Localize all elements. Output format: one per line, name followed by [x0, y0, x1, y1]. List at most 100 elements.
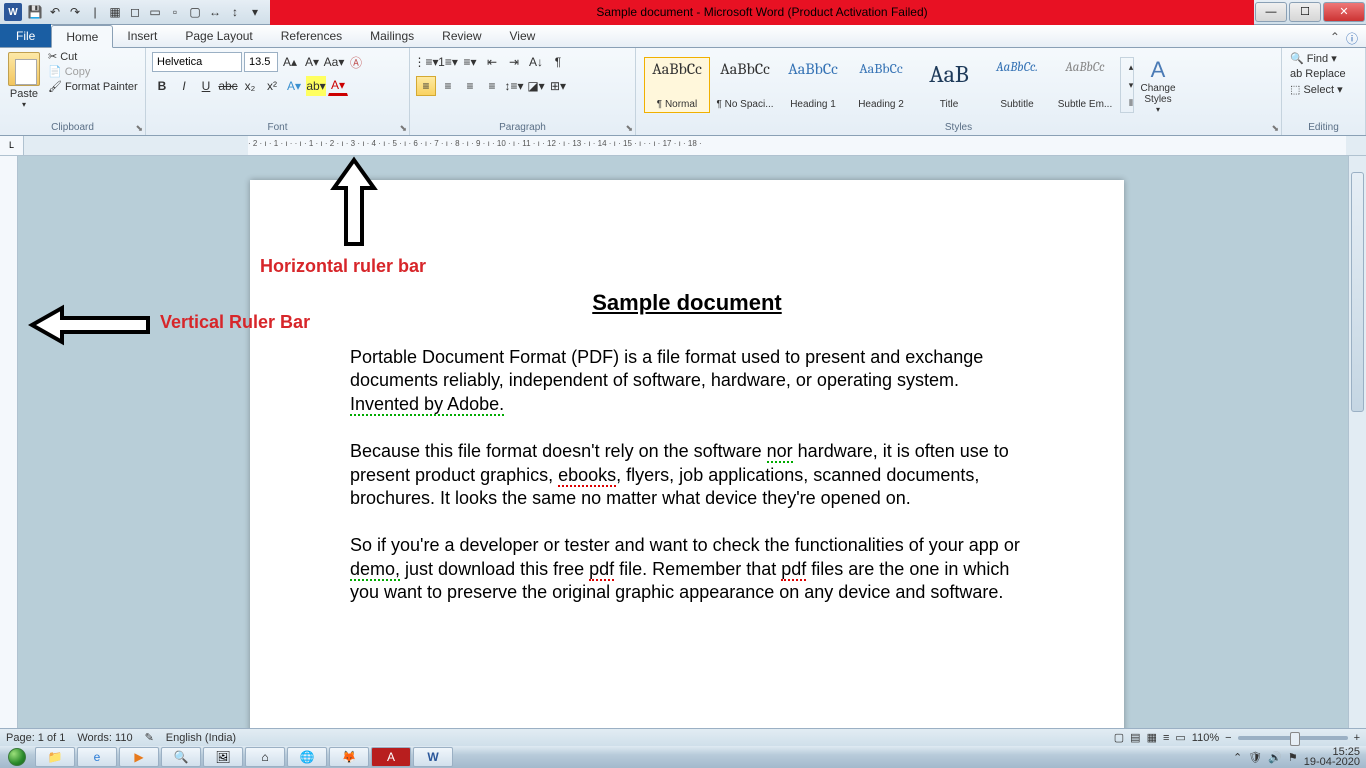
tab-selector[interactable]: L	[0, 136, 24, 155]
justify-button[interactable]: ≡	[482, 76, 502, 96]
qat-btn[interactable]: ▢	[186, 3, 204, 21]
grow-font-button[interactable]: A▴	[280, 52, 300, 72]
underline-button[interactable]: U	[196, 76, 216, 96]
paragraph-3[interactable]: So if you're a developer or tester and w…	[350, 534, 1024, 604]
format-painter-button[interactable]: 🖌Format Painter	[48, 80, 138, 93]
tab-home[interactable]: Home	[51, 25, 113, 48]
dialog-launcher-icon[interactable]: ⬊	[625, 123, 633, 134]
cut-button[interactable]: ✂Cut	[48, 50, 138, 63]
tray-date[interactable]: 19-04-2020	[1304, 757, 1360, 767]
taskbar-adobe[interactable]: A	[371, 747, 411, 767]
tray-icon[interactable]: 🔊	[1268, 751, 1282, 764]
zoom-in-button[interactable]: +	[1354, 732, 1360, 744]
find-button[interactable]: 🔍 Find ▾	[1290, 52, 1357, 65]
shrink-font-button[interactable]: A▾	[302, 52, 322, 72]
tab-references[interactable]: References	[267, 24, 356, 47]
save-icon[interactable]: 💾	[26, 3, 44, 21]
style-title[interactable]: AaBTitle	[916, 57, 982, 113]
select-button[interactable]: ⬚ Select ▾	[1290, 83, 1357, 96]
replace-button[interactable]: ab Replace	[1290, 68, 1357, 80]
paste-button[interactable]: Paste ▾	[4, 50, 44, 120]
zoom-slider[interactable]	[1238, 736, 1348, 740]
scrollbar-thumb[interactable]	[1351, 172, 1364, 412]
tab-view[interactable]: View	[496, 24, 550, 47]
help-icon[interactable]: ⓘ	[1346, 30, 1358, 47]
qat-btn[interactable]: ▾	[246, 3, 264, 21]
undo-icon[interactable]: ↶	[46, 3, 64, 21]
font-size-select[interactable]	[244, 52, 278, 72]
copy-button[interactable]: 📄Copy	[48, 65, 138, 78]
style-normal[interactable]: AaBbCc¶ Normal	[644, 57, 710, 113]
align-left-button[interactable]: ≡	[416, 76, 436, 96]
view-web-icon[interactable]: ▦	[1147, 731, 1157, 744]
font-name-select[interactable]	[152, 52, 242, 72]
word-count[interactable]: Words: 110	[77, 732, 132, 744]
change-styles-button[interactable]: A Change Styles▾	[1136, 57, 1180, 114]
style-heading2[interactable]: AaBbCcHeading 2	[848, 57, 914, 113]
minimize-button[interactable]: —	[1255, 2, 1287, 22]
language[interactable]: English (India)	[166, 732, 236, 744]
shading-button[interactable]: ◪▾	[526, 76, 546, 96]
qat-btn[interactable]: ◻	[126, 3, 144, 21]
style-heading1[interactable]: AaBbCcHeading 1	[780, 57, 846, 113]
maximize-button[interactable]: ☐	[1289, 2, 1321, 22]
qat-btn[interactable]: ↕	[226, 3, 244, 21]
tray-flag-icon[interactable]: ⚑	[1288, 751, 1298, 764]
highlight-button[interactable]: ab▾	[306, 76, 326, 96]
style-no-spacing[interactable]: AaBbCc¶ No Spaci...	[712, 57, 778, 113]
borders-button[interactable]: ⊞▾	[548, 76, 568, 96]
tab-page-layout[interactable]: Page Layout	[171, 24, 266, 47]
taskbar-wmp[interactable]: ▶	[119, 747, 159, 767]
grid-icon[interactable]: ▦	[106, 3, 124, 21]
zoom-out-button[interactable]: −	[1225, 732, 1231, 744]
zoom-level[interactable]: 110%	[1192, 732, 1219, 744]
start-button[interactable]	[0, 746, 34, 768]
minimize-ribbon-icon[interactable]: ⌃	[1330, 30, 1340, 47]
qat-btn[interactable]: ▭	[146, 3, 164, 21]
italic-button[interactable]: I	[174, 76, 194, 96]
align-center-button[interactable]: ≡	[438, 76, 458, 96]
vertical-scrollbar[interactable]	[1348, 156, 1366, 728]
taskbar-chrome[interactable]: 🌐	[287, 747, 327, 767]
qat-btn[interactable]: ↔	[206, 3, 224, 21]
close-button[interactable]: ✕	[1323, 2, 1365, 22]
show-marks-button[interactable]: ¶	[548, 52, 568, 72]
paragraph-1[interactable]: Portable Document Format (PDF) is a file…	[350, 346, 1024, 416]
document-title[interactable]: Sample document	[350, 290, 1024, 316]
paragraph-2[interactable]: Because this file format doesn't rely on…	[350, 440, 1024, 510]
taskbar-firefox[interactable]: 🦊	[329, 747, 369, 767]
tab-file[interactable]: File	[0, 24, 51, 47]
bullets-button[interactable]: ⋮≡▾	[416, 52, 436, 72]
taskbar-app[interactable]: 🔍	[161, 747, 201, 767]
tray-icon[interactable]: 🛡	[1248, 751, 1262, 764]
tab-review[interactable]: Review	[428, 24, 495, 47]
line-spacing-button[interactable]: ↕≡▾	[504, 76, 524, 96]
view-print-icon[interactable]: ▢	[1114, 731, 1124, 744]
style-subtitle[interactable]: AaBbCc.Subtitle	[984, 57, 1050, 113]
dialog-launcher-icon[interactable]: ⬊	[135, 123, 143, 134]
tray-icon[interactable]: ⌃	[1233, 751, 1242, 764]
text-effects-button[interactable]: A▾	[284, 76, 304, 96]
redo-icon[interactable]: ↷	[66, 3, 84, 21]
dialog-launcher-icon[interactable]: ⬊	[399, 123, 407, 134]
numbering-button[interactable]: 1≡▾	[438, 52, 458, 72]
view-draft-icon[interactable]: ▭	[1175, 731, 1185, 744]
dec-indent-button[interactable]: ⇤	[482, 52, 502, 72]
style-subtle-em[interactable]: AaBbCcSubtle Em...	[1052, 57, 1118, 113]
sort-button[interactable]: A↓	[526, 52, 546, 72]
superscript-button[interactable]: x²	[262, 76, 282, 96]
qat-btn[interactable]: ▫	[166, 3, 184, 21]
page-count[interactable]: Page: 1 of 1	[6, 732, 65, 744]
subscript-button[interactable]: x₂	[240, 76, 260, 96]
taskbar-ie[interactable]: e	[77, 747, 117, 767]
font-color-button[interactable]: A▾	[328, 76, 348, 96]
horizontal-ruler-bar[interactable]: L · 2 · ı · 1 · ı · · ı · 1 · ı · 2 · ı …	[0, 136, 1366, 156]
taskbar-word[interactable]: W	[413, 747, 453, 767]
tab-mailings[interactable]: Mailings	[356, 24, 428, 47]
view-reading-icon[interactable]: ▤	[1130, 731, 1140, 744]
taskbar-app[interactable]: 🖼	[203, 747, 243, 767]
bold-button[interactable]: B	[152, 76, 172, 96]
tab-insert[interactable]: Insert	[113, 24, 171, 47]
change-case-button[interactable]: Aa▾	[324, 52, 344, 72]
taskbar-explorer[interactable]: 📁	[35, 747, 75, 767]
